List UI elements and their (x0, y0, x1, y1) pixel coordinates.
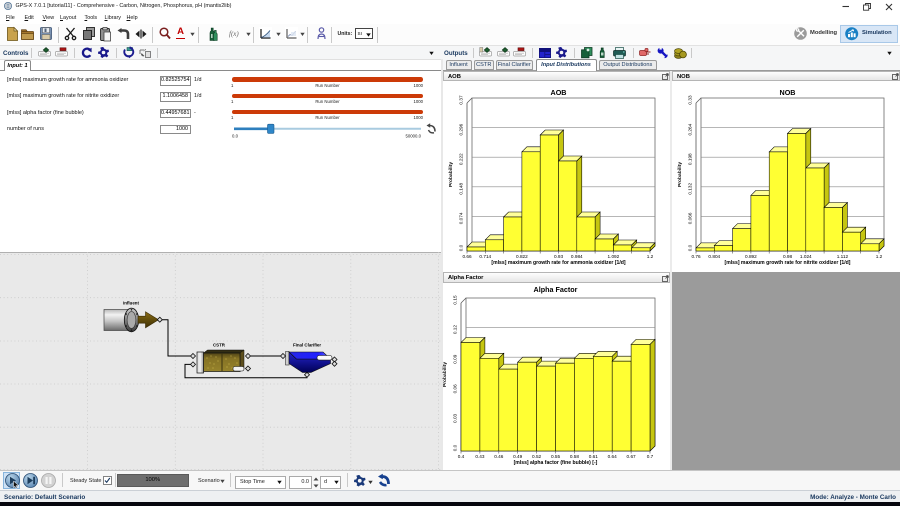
svg-text:0.4: 0.4 (458, 454, 465, 459)
svg-text:CSTR: CSTR (213, 343, 226, 348)
svg-text:0.15: 0.15 (453, 295, 458, 305)
svg-text:0.7: 0.7 (647, 454, 654, 459)
svg-text:0.984: 0.984 (571, 254, 583, 259)
svg-text:1.112: 1.112 (837, 254, 849, 259)
svg-text:0.804: 0.804 (708, 254, 720, 259)
svg-text:0.0: 0.0 (453, 444, 458, 451)
svg-text:Probability: Probability (442, 362, 448, 388)
svg-text:50000.0: 50000.0 (405, 134, 421, 139)
svg-text:Alpha Factor: Alpha Factor (534, 285, 578, 294)
svg-text:0.58: 0.58 (570, 454, 580, 459)
svg-text:AOB: AOB (551, 88, 567, 97)
svg-text:0.822: 0.822 (516, 254, 528, 259)
svg-text:↗: ↗ (143, 47, 146, 52)
svg-text:0.64: 0.64 (608, 454, 618, 459)
svg-text:1.2: 1.2 (647, 254, 654, 259)
svg-text:0.61: 0.61 (589, 454, 599, 459)
svg-text:0.12: 0.12 (453, 325, 458, 335)
svg-text:0.98: 0.98 (783, 254, 793, 259)
svg-text:Influent: Influent (123, 301, 139, 306)
svg-text:1.2: 1.2 (876, 254, 883, 259)
svg-text:0.43: 0.43 (475, 454, 485, 459)
svg-text:0.46: 0.46 (494, 454, 504, 459)
svg-text:NOB: NOB (780, 88, 796, 97)
svg-text:Probability: Probability (677, 162, 683, 188)
svg-text:0.0: 0.0 (232, 134, 239, 139)
svg-text:0.93: 0.93 (554, 254, 564, 259)
svg-text:0.264: 0.264 (688, 123, 693, 135)
svg-text:[mlss] maximum growth rate for: [mlss] maximum growth rate for nitrite o… (725, 260, 851, 266)
svg-text:0.66: 0.66 (462, 254, 472, 259)
svg-text:1.092: 1.092 (608, 254, 620, 259)
svg-text:[mlss] alpha factor (fine bubb: [mlss] alpha factor (fine bubble) [-] (514, 460, 598, 466)
svg-text:0.148: 0.148 (459, 183, 464, 195)
svg-text:0.198: 0.198 (688, 153, 693, 165)
svg-text:0.066: 0.066 (688, 212, 693, 224)
svg-text:0.06: 0.06 (453, 384, 458, 394)
svg-text:0.52: 0.52 (532, 454, 542, 459)
svg-text:0.49: 0.49 (513, 454, 523, 459)
svg-text:0.76: 0.76 (691, 254, 701, 259)
svg-text:0.296: 0.296 (459, 123, 464, 135)
svg-text:0.33: 0.33 (688, 95, 693, 105)
svg-text:0.892: 0.892 (745, 254, 757, 259)
svg-text:0.03: 0.03 (453, 413, 458, 423)
svg-text:[mlss] maximum growth rate for: [mlss] maximum growth rate for ammonia o… (491, 260, 625, 266)
svg-text:0.074: 0.074 (459, 212, 464, 224)
svg-text:0.0: 0.0 (688, 244, 693, 251)
svg-text:Final Clarifier: Final Clarifier (293, 343, 321, 348)
svg-text:0.0: 0.0 (459, 244, 464, 251)
svg-text:0.714: 0.714 (479, 254, 491, 259)
svg-text:0.67: 0.67 (627, 454, 637, 459)
svg-text:1.024: 1.024 (800, 254, 812, 259)
svg-text:0.37: 0.37 (459, 95, 464, 105)
svg-text:0.132: 0.132 (688, 183, 693, 195)
svg-text:0.09: 0.09 (453, 354, 458, 364)
svg-text:0.55: 0.55 (551, 454, 561, 459)
svg-text:Probability: Probability (448, 162, 454, 188)
svg-text:0.222: 0.222 (459, 153, 464, 165)
